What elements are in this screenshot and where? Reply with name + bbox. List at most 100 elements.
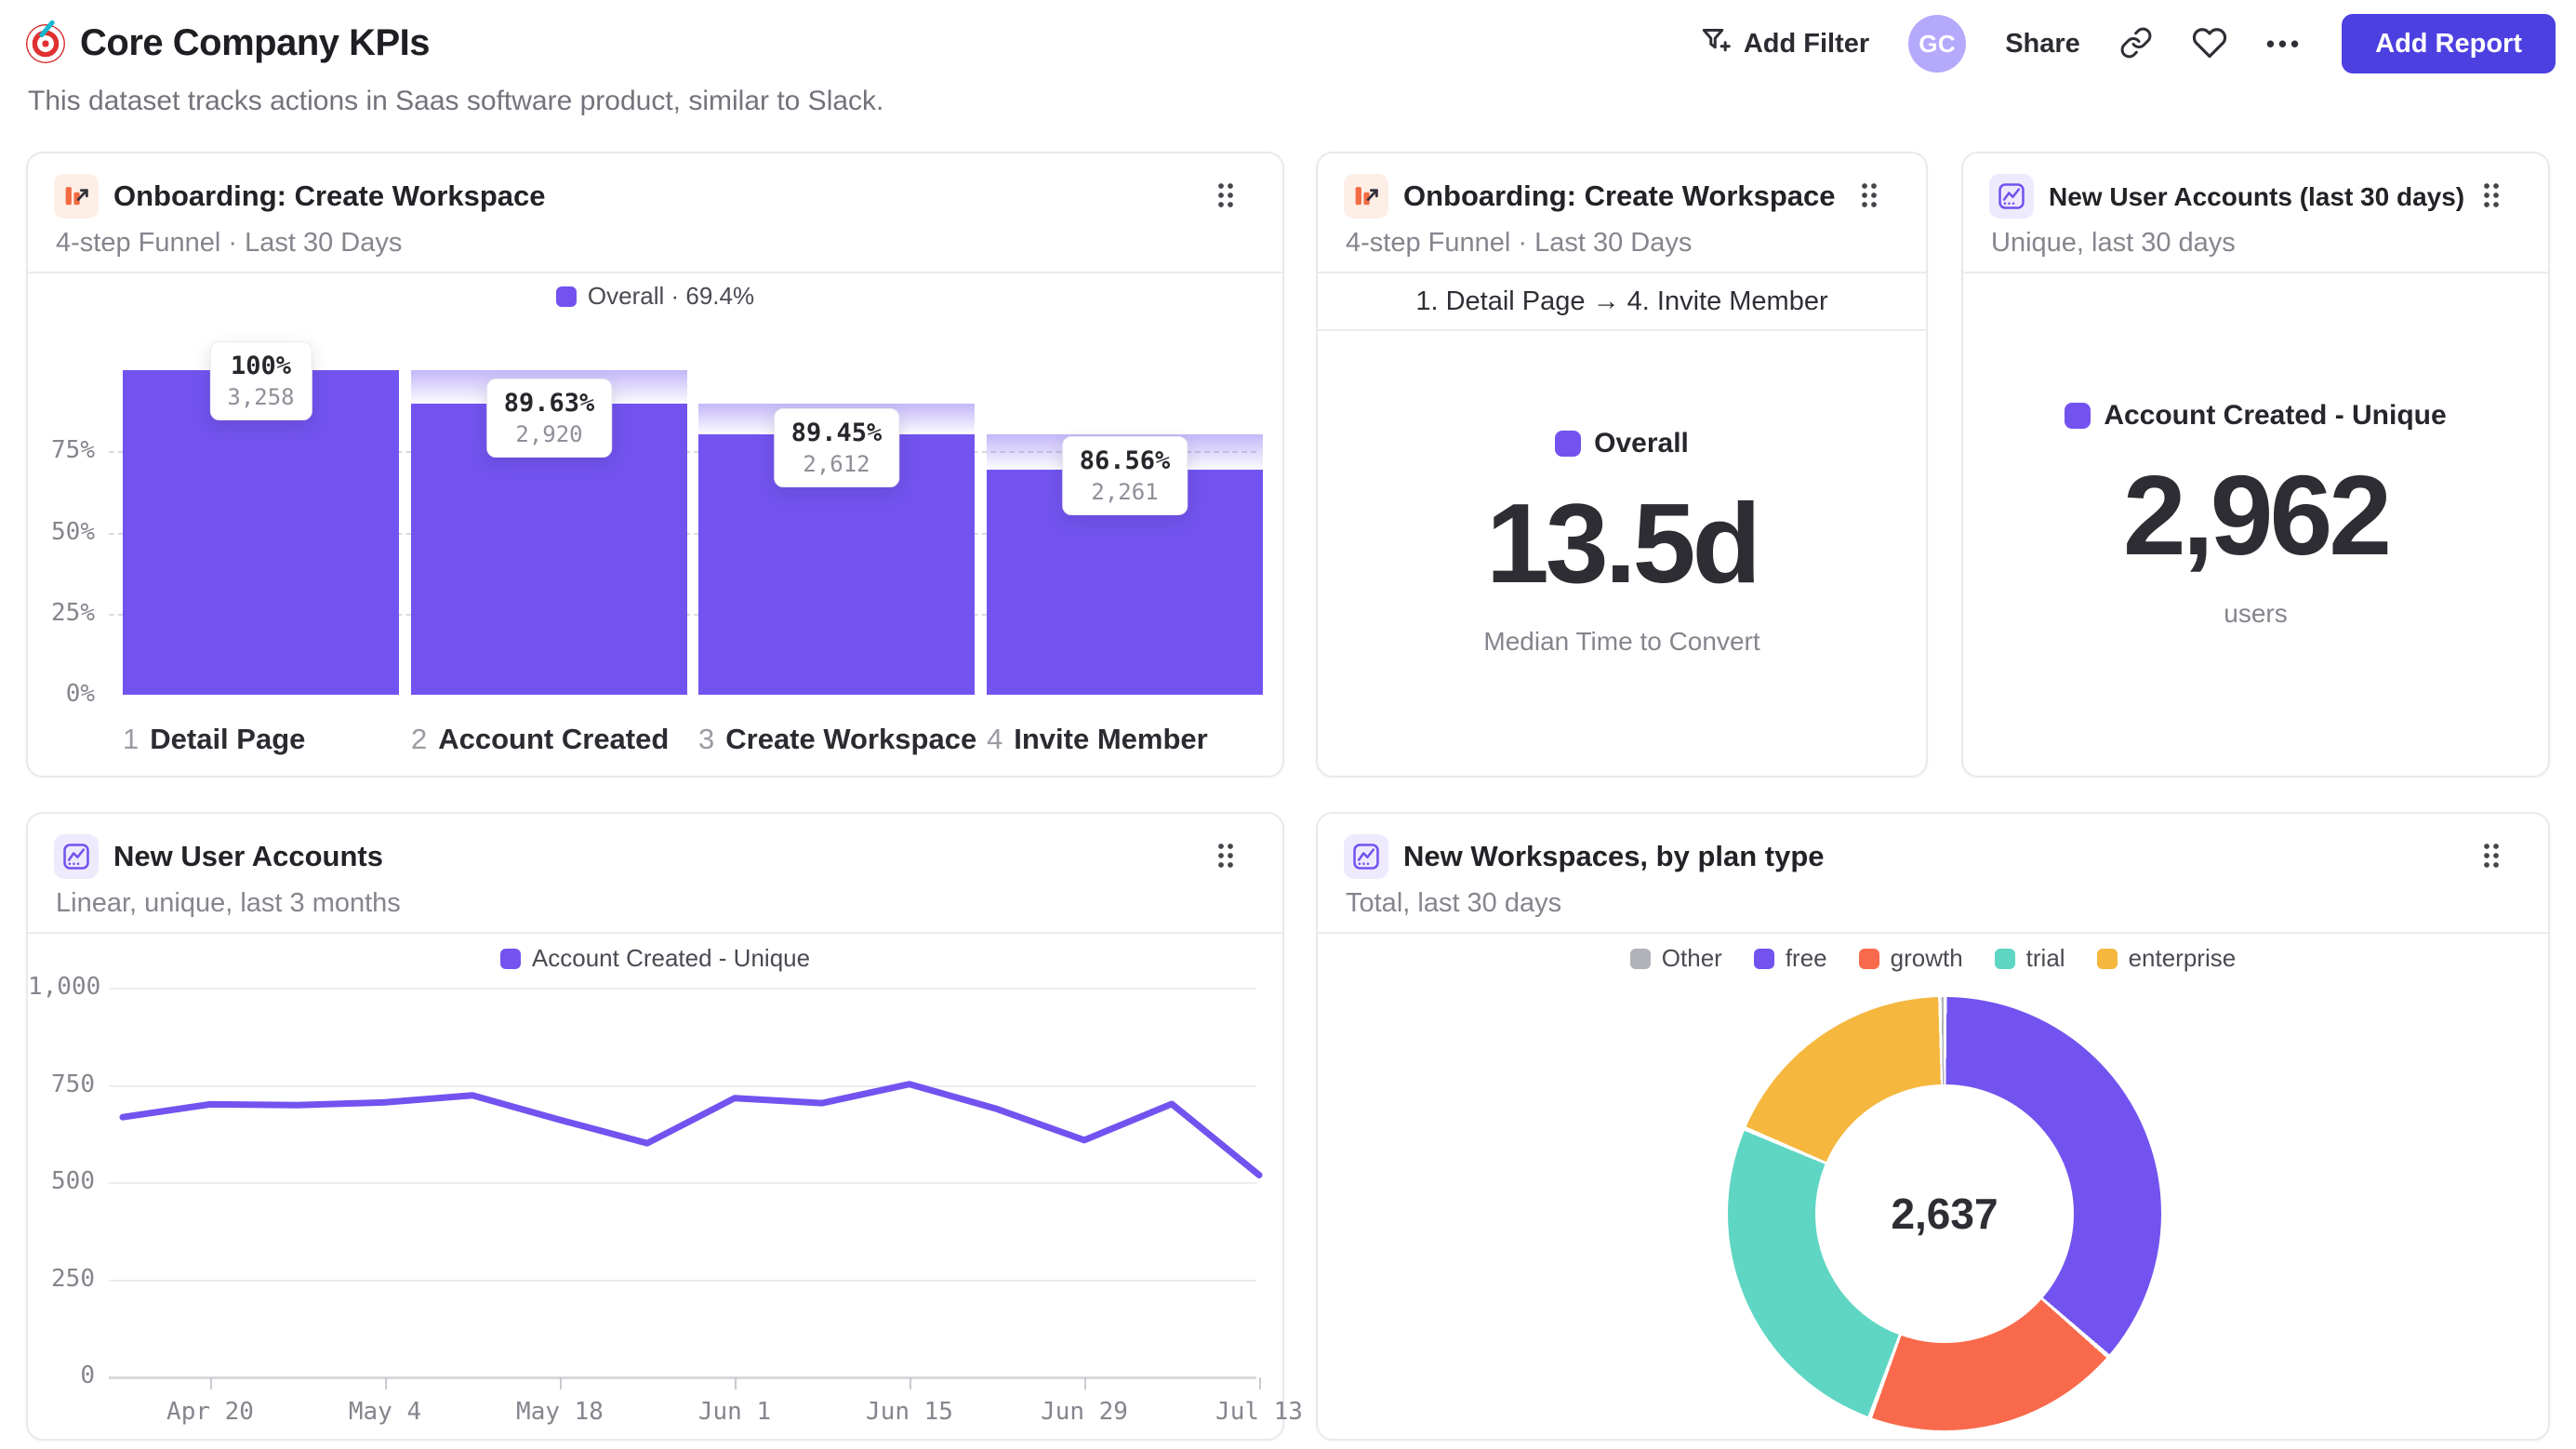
page-header: Core Company KPIs This dataset tracks ac…	[26, 0, 2556, 140]
legend-item-growth[interactable]: growth	[1858, 944, 1963, 973]
legend-swatch	[2096, 948, 2118, 969]
add-filter-button[interactable]: Add Filter	[1699, 23, 1869, 64]
donut-legend: Other free growth trial enterprise	[1318, 944, 2548, 973]
metric-block: Account Created - Unique 2,962 users	[1963, 400, 2548, 629]
drag-handle-icon[interactable]	[1855, 179, 1887, 213]
funnel-tooltip-count: 2,261	[1091, 479, 1159, 505]
metric-caption: Median Time to Convert	[1483, 627, 1760, 657]
funnel-step-label: 3 Create Workspace	[698, 723, 976, 756]
metric-value: 2,962	[2122, 452, 2392, 578]
step-number: 2	[411, 723, 428, 755]
card-title[interactable]: New User Accounts (last 30 days)	[2049, 182, 2464, 212]
funnel-step-label: 2 Account Created	[411, 723, 669, 756]
step-name: Invite Member	[1014, 723, 1208, 755]
legend-label: enterprise	[2128, 944, 2237, 972]
legend-swatch	[2065, 403, 2091, 429]
card-subtitle: Unique, last 30 days	[1991, 228, 2236, 258]
favorite-button[interactable]	[2192, 25, 2227, 63]
donut-hole: 2,637	[1815, 1084, 2074, 1343]
funnel-ytick-label: 50%	[51, 518, 95, 546]
legend-swatch	[1629, 948, 1651, 969]
funnel-step-label: 1 Detail Page	[123, 723, 305, 756]
legend-swatch	[1555, 431, 1582, 457]
legend-swatch	[1753, 948, 1774, 969]
step-number: 3	[698, 723, 715, 755]
legend-label: Other	[1661, 944, 1722, 972]
ellipsis-icon: •••	[2265, 29, 2304, 58]
link-icon	[2119, 26, 2153, 62]
funnel-tooltip-percent: 89.45%	[790, 419, 883, 447]
metric-caption: users	[2224, 599, 2288, 629]
card-title[interactable]: Onboarding: Create Workspace	[1403, 179, 1836, 213]
funnel-tooltip-percent: 86.56%	[1079, 446, 1171, 475]
legend-item-free[interactable]: free	[1753, 944, 1827, 973]
legend-label: trial	[2025, 944, 2065, 972]
line-chart-icon	[1344, 834, 1388, 879]
card-new-workspaces-donut: New Workspaces, by plan type Total, last…	[1316, 812, 2550, 1441]
title-row: Core Company KPIs	[26, 22, 431, 64]
line-plot: 0 250 500 750 1,000 Apr 20 May 4 May 18 Jun 1 Jun…	[28, 814, 1303, 1439]
share-button[interactable]: Share	[2005, 29, 2080, 60]
card-new-user-accounts-30d: New User Accounts (last 30 days) Unique,…	[1961, 152, 2550, 778]
step-range-label: 1. Detail Page → 4. Invite Member	[1415, 286, 1828, 316]
divider	[1963, 272, 2548, 273]
legend-item-overall[interactable]: Overall	[1555, 428, 1689, 459]
drag-handle-icon[interactable]	[2477, 179, 2509, 213]
donut-center-value: 2,637	[1891, 1190, 1998, 1238]
funnel-ytick-label: 75%	[51, 436, 95, 464]
funnel-chart-icon	[1344, 174, 1388, 219]
card-title[interactable]: New Workspaces, by plan type	[1403, 840, 1825, 873]
legend-item-account-created[interactable]: Account Created - Unique	[2065, 400, 2447, 432]
card-new-user-accounts-line: New User Accounts Linear, unique, last 3…	[26, 812, 1303, 1441]
step-number: 4	[987, 723, 1003, 755]
drag-handle-icon[interactable]	[2477, 840, 2509, 873]
legend-label: Account Created - Unique	[2104, 400, 2447, 431]
funnel-tooltip: 89.45% 2,612	[773, 408, 900, 487]
funnel-tooltip: 89.63% 2,920	[485, 379, 613, 458]
copy-link-button[interactable]	[2119, 26, 2153, 62]
funnel-tooltip-percent: 100%	[230, 352, 292, 380]
funnel-tooltip-percent: 89.63%	[503, 389, 595, 418]
funnel-step-label: 4 Invite Member	[987, 723, 1208, 756]
page-subtitle: This dataset tracks actions in Saas soft…	[28, 86, 884, 116]
metric-value: 13.5d	[1486, 480, 1761, 606]
target-icon	[26, 23, 65, 63]
line-chart-icon	[1989, 174, 2034, 219]
legend-swatch	[1858, 948, 1879, 969]
donut-chart[interactable]: 2,637	[1728, 997, 2161, 1430]
funnel-tooltip-count: 3,258	[227, 384, 295, 410]
legend-label: Overall	[1594, 428, 1689, 459]
filter-plus-icon	[1699, 23, 1733, 64]
avatar[interactable]: GC	[1908, 15, 1967, 73]
header-actions: Add Filter GC Share ••• Add Report	[1699, 13, 2556, 74]
add-report-button[interactable]: Add Report	[2342, 14, 2556, 73]
funnel-ytick-label: 25%	[51, 599, 95, 627]
card-subtitle: 4-step Funnel · Last 30 Days	[1346, 228, 1693, 258]
funnel-ytick-label: 0%	[65, 680, 95, 708]
page-title: Core Company KPIs	[80, 22, 431, 63]
funnel-plot: 0% 25% 50% 75% 100% 3,258 1 Detail Page 89.63% 2,…	[28, 153, 1282, 776]
heart-icon	[2192, 25, 2227, 63]
metric-block: Overall 13.5d Median Time to Convert	[1318, 428, 1926, 657]
legend-item-enterprise[interactable]: enterprise	[2096, 944, 2237, 973]
more-options-button[interactable]: •••	[2266, 30, 2303, 59]
step-name: Detail Page	[150, 723, 306, 755]
legend-swatch	[1994, 948, 2015, 969]
card-subtitle: Total, last 30 days	[1346, 888, 1562, 918]
line-series[interactable]	[119, 1081, 1263, 1178]
step-name: Create Workspace	[725, 723, 977, 755]
funnel-tooltip-count: 2,612	[803, 451, 870, 477]
legend-item-other[interactable]: Other	[1629, 944, 1722, 973]
divider	[1318, 932, 2548, 934]
step-name: Account Created	[438, 723, 670, 755]
funnel-tooltip: 86.56% 2,261	[1061, 436, 1188, 515]
funnel-tooltip-count: 2,920	[515, 421, 583, 447]
legend-label: free	[1785, 944, 1827, 972]
legend-item-trial[interactable]: trial	[1994, 944, 2065, 973]
funnel-tooltip: 100% 3,258	[209, 341, 312, 420]
step-number: 1	[123, 723, 139, 755]
card-onboarding-funnel: Onboarding: Create Workspace 4-step Funn…	[26, 152, 1284, 778]
legend-label: growth	[1890, 944, 1963, 972]
card-time-to-convert: Onboarding: Create Workspace 4-step Funn…	[1316, 152, 1928, 778]
divider	[1318, 329, 1926, 331]
